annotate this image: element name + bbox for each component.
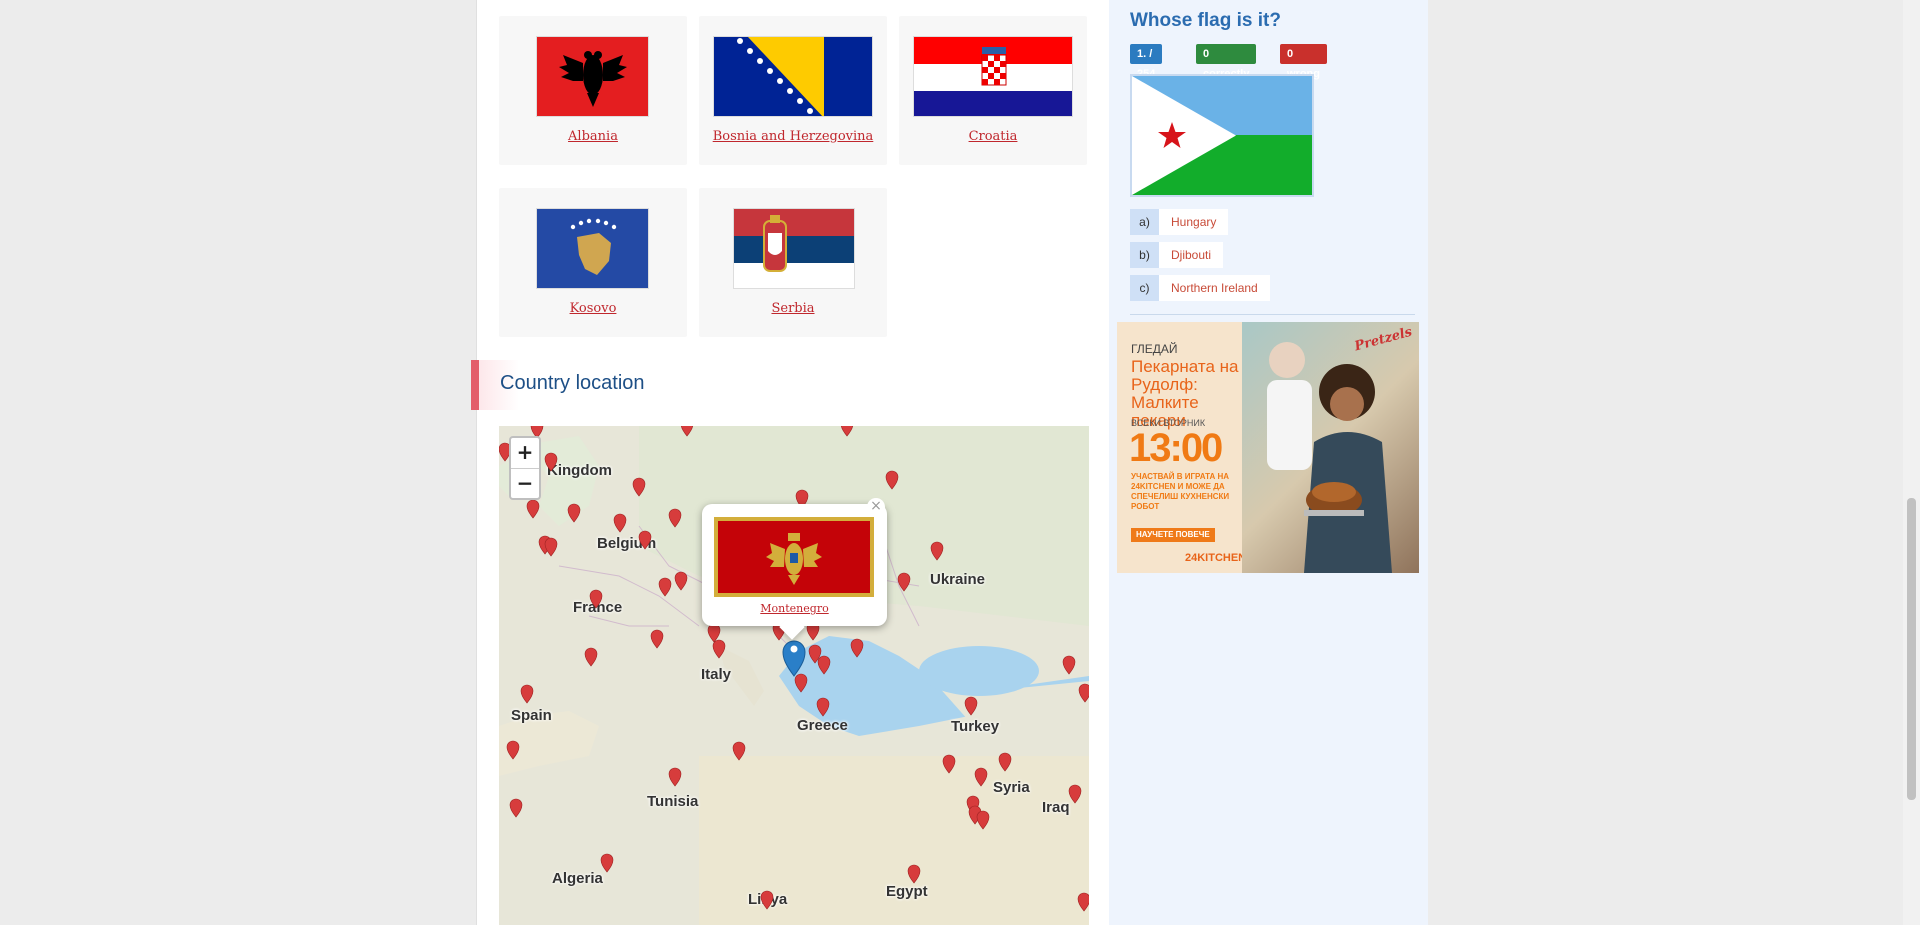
ad-cta-button[interactable]: НАУЧЕТЕ ПОВЕЧЕ (1131, 528, 1215, 542)
answer-text[interactable]: Northern Ireland (1159, 275, 1270, 301)
answer-text[interactable]: Djibouti (1159, 242, 1224, 268)
section-heading: Country location (471, 360, 1109, 410)
answer-text[interactable]: Hungary (1159, 209, 1229, 235)
ad-watch: ГЛЕДАЙ (1131, 342, 1178, 356)
flag-card-albania[interactable]: Albania (499, 16, 687, 165)
country-link[interactable]: Croatia (899, 129, 1087, 144)
country-link[interactable]: Albania (499, 129, 687, 144)
flag-card-kosovo[interactable]: Kosovo (499, 188, 687, 337)
zoom-in-button[interactable]: + (511, 438, 539, 468)
correct-badge: 0 correctly (1196, 44, 1257, 80)
answer-letter: b) (1130, 242, 1159, 268)
ad-text-panel: ГЛЕДАЙ Пекарната на Рудолф: Малките пека… (1117, 322, 1246, 573)
wrong-badge: 0 wrong (1280, 44, 1327, 80)
scrollbar-thumb[interactable] (1907, 498, 1916, 800)
serbia-flag (733, 208, 855, 289)
advertisement-banner[interactable]: ГЛЕДАЙ Пекарната на Рудолф: Малките пека… (1117, 322, 1419, 573)
bosnia-flag (713, 36, 873, 117)
page-scrollbar[interactable] (1903, 0, 1920, 925)
heading-bar (471, 360, 479, 410)
progress-badge: 1. / 254 (1130, 44, 1163, 80)
zoom-out-button[interactable]: − (511, 468, 539, 498)
popup-country-link[interactable]: Montenegro (702, 602, 887, 615)
country-link[interactable]: Serbia (699, 301, 887, 316)
answer-letter: c) (1130, 275, 1159, 301)
flag-card-croatia[interactable]: Croatia (899, 16, 1087, 165)
marker-layer (499, 426, 1089, 912)
kosovo-flag (536, 208, 649, 289)
country-link[interactable]: Kosovo (499, 301, 687, 316)
montenegro-flag (714, 517, 874, 597)
ad-brand-logo: 24KITCHEN (1185, 552, 1247, 564)
section-title: Country location (500, 372, 645, 394)
answer-letter: a) (1130, 209, 1159, 235)
ad-photo: Pretzels (1242, 322, 1419, 573)
main-content: Albania Bosnia and Herzegovina Croatia K… (471, 0, 1109, 925)
map-popup: × Montenegro (702, 498, 887, 640)
flag-card-bosnia[interactable]: Bosnia and Herzegovina (699, 16, 887, 165)
selected-marker (782, 640, 806, 677)
page-container: Albania Bosnia and Herzegovina Croatia K… (471, 0, 1428, 925)
quiz-flag (1130, 74, 1314, 197)
flag-card-serbia[interactable]: Serbia (699, 188, 887, 337)
albania-flag (536, 36, 649, 117)
popup-close-button[interactable]: × (867, 498, 885, 516)
ad-time: 13:00 (1129, 426, 1223, 470)
country-link[interactable]: Bosnia and Herzegovina (699, 129, 887, 144)
zoom-control: + − (509, 436, 541, 500)
ad-promo: УЧАСТВАЙ В ИГРАТА НА 24KITCHEN И МОЖЕ ДА… (1131, 472, 1230, 511)
quiz-sidebar: Whose flag is it? 1. / 254 0 correctly 0… (1109, 0, 1428, 925)
sidebar-divider (1130, 314, 1415, 315)
croatia-flag (913, 36, 1073, 117)
country-map[interactable]: Kingdom Belgium France Italy Spain Tunis… (499, 426, 1089, 925)
quiz-title: Whose flag is it? (1130, 10, 1281, 31)
